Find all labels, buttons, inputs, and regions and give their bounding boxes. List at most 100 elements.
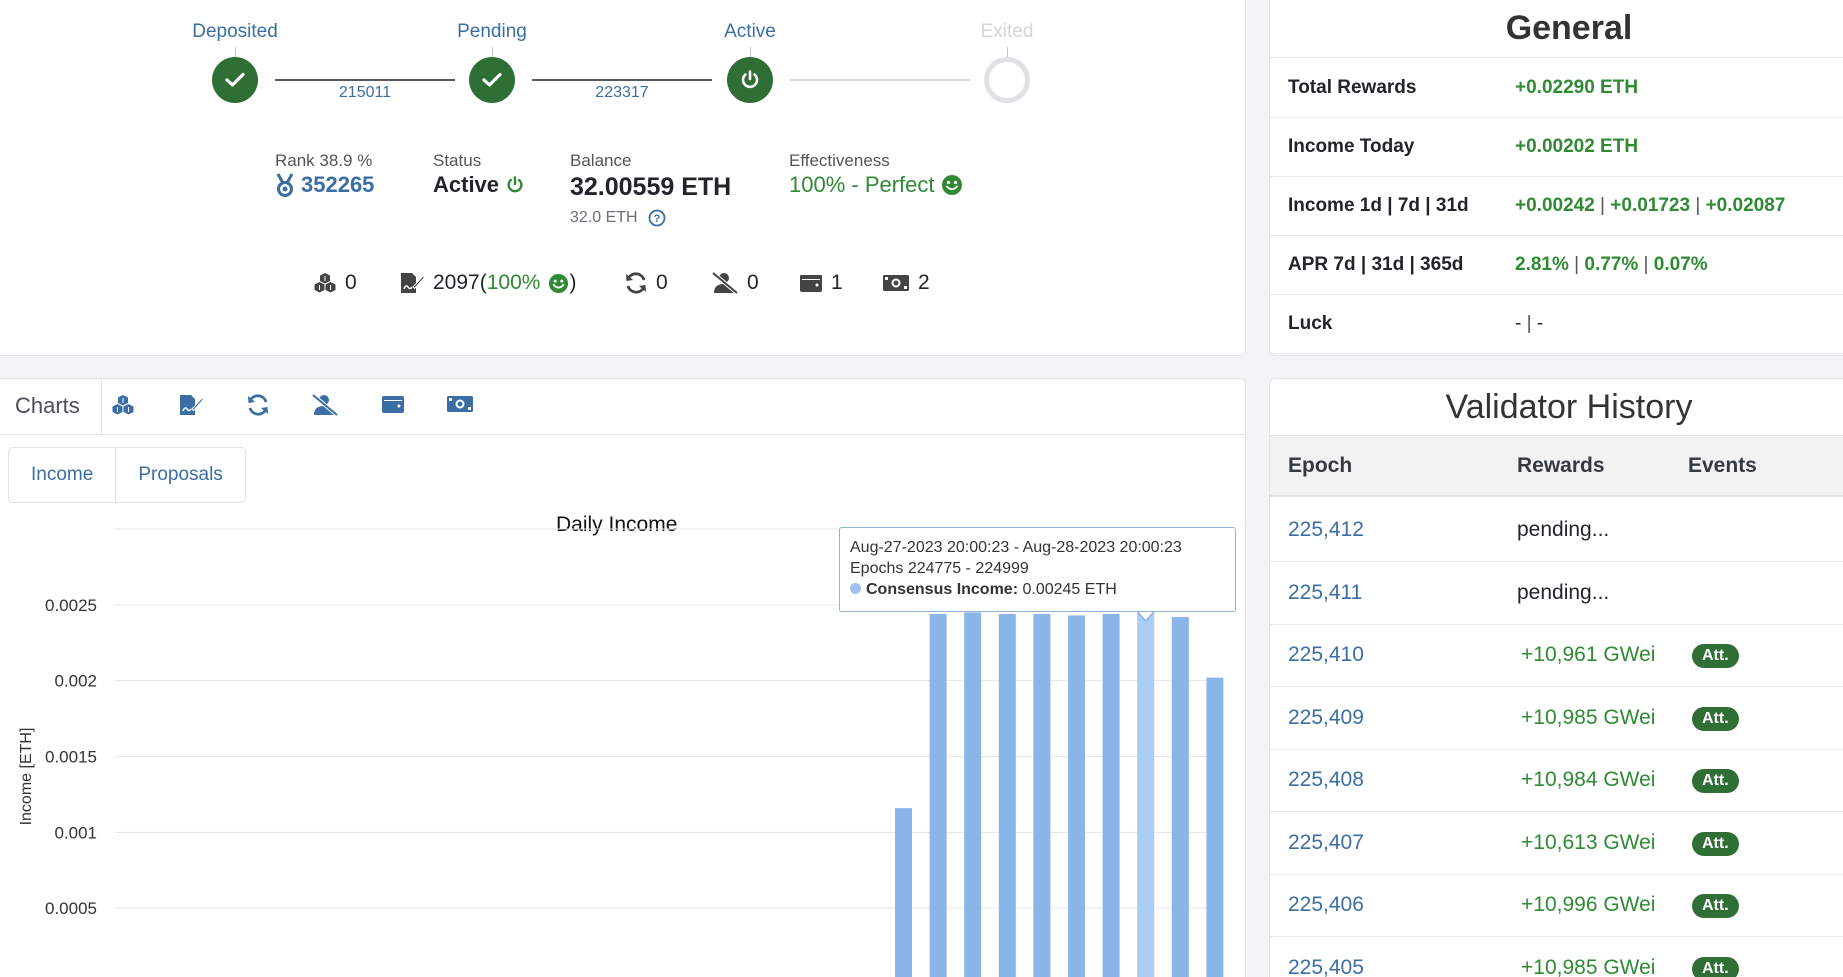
general-key: Total Rewards [1288, 77, 1417, 98]
col-epoch: Epoch [1288, 454, 1353, 477]
general-value-part: +0.00242 [1515, 195, 1595, 216]
withdrawals-counter[interactable]: 2 [882, 271, 930, 295]
attestation-badge: Att. [1692, 831, 1739, 856]
history-row: 225,406 +10,996 GWei Att. [1270, 874, 1843, 937]
step-pending-check-icon [469, 57, 515, 103]
history-epoch-link[interactable]: 225,408 [1288, 768, 1364, 792]
history-reward: +10,985 GWei [1521, 955, 1656, 977]
y-tick-label: 0.0025 [45, 596, 97, 615]
income-bar[interactable] [1137, 612, 1155, 977]
tooltip-pointer [1137, 611, 1155, 623]
deposit-epoch-link[interactable]: 215011 [315, 84, 415, 102]
activation-epoch-link[interactable]: 223317 [572, 84, 672, 102]
history-epoch-link[interactable]: 225,409 [1288, 706, 1364, 730]
general-row: Luck - | - [1270, 295, 1843, 354]
y-axis-label: Income [ETH] [18, 728, 35, 826]
history-epoch-link[interactable]: 225,406 [1288, 893, 1364, 917]
money-bill-icon [447, 396, 473, 412]
charts-card: Charts Income Proposals Daily Income 00.… [0, 378, 1246, 977]
rank-value[interactable]: 352265 [275, 172, 374, 198]
general-value: 2.81% | 0.77% | 0.07% [1515, 254, 1708, 276]
user-slash-icon [711, 272, 739, 294]
general-value-part: - [1536, 313, 1544, 334]
income-bar[interactable] [1033, 613, 1051, 977]
history-epoch-link[interactable]: 225,407 [1288, 831, 1364, 855]
y-tick-label: 0.0005 [45, 899, 97, 918]
tooltip-series-value: 0.00245 ETH [1022, 581, 1117, 598]
wallet-icon [382, 396, 404, 413]
income-bar[interactable] [1206, 677, 1224, 977]
cubes-icon [314, 273, 336, 293]
chart-subtabs: Income Proposals [8, 447, 246, 503]
tab-slashings[interactable] [311, 393, 339, 421]
tab-blocks[interactable] [111, 394, 135, 421]
income-bar[interactable] [1102, 613, 1120, 977]
step-exited-label: Exited [980, 21, 1034, 42]
deposits-counter[interactable]: 1 [799, 271, 843, 295]
history-epoch-link[interactable]: 225,410 [1288, 643, 1364, 667]
file-signature-icon [180, 395, 205, 415]
slashings-counter[interactable]: 0 [711, 271, 759, 295]
tab-attestations[interactable] [178, 394, 205, 421]
income-bar[interactable] [895, 808, 912, 977]
general-title: General [1270, 1, 1843, 58]
general-row: APR 7d | 31d | 365d 2.81% | 0.77% | 0.07% [1270, 236, 1843, 295]
medal-icon [276, 173, 294, 197]
income-bar[interactable] [1171, 616, 1189, 977]
income-bar[interactable] [964, 612, 982, 977]
value-separator: | [1594, 195, 1611, 216]
cubes-icon [112, 395, 134, 415]
deposits-count: 1 [831, 271, 843, 294]
value-separator: | [1690, 195, 1706, 216]
general-value: +0.00242 | +0.01723 | +0.02087 [1515, 195, 1785, 217]
withdrawals-count: 2 [918, 271, 930, 294]
general-key: Income Today [1288, 136, 1415, 157]
money-bill-icon [883, 275, 909, 291]
col-events: Events [1688, 454, 1757, 477]
step-tick [750, 47, 751, 57]
chart-tabs-row: Charts [0, 379, 1245, 435]
income-bar[interactable] [998, 613, 1016, 977]
history-epoch-link[interactable]: 225,405 [1288, 956, 1364, 977]
step-deposited-label: Deposited [192, 21, 278, 42]
blocks-counter[interactable]: 0 [313, 271, 357, 295]
effectiveness-text: 100% - Perfect [789, 172, 935, 197]
history-reward: +10,961 GWei [1521, 643, 1656, 666]
step-connector [790, 79, 970, 81]
history-row: 225,411 pending... [1270, 562, 1843, 625]
attestation-badge: Att. [1692, 706, 1739, 731]
attestations-percent: 100% [486, 271, 541, 294]
step-connector [275, 79, 455, 81]
general-row: Total Rewards +0.02290 ETH [1270, 59, 1843, 118]
sync-counter[interactable]: 0 [624, 271, 668, 295]
attestations-counter[interactable]: 2097(100% ) [399, 271, 576, 295]
attestations-open-paren: ( [479, 271, 487, 294]
history-epoch-link[interactable]: 225,411 [1288, 581, 1362, 605]
general-value-part: +0.00202 ETH [1515, 136, 1639, 157]
tab-withdrawals[interactable] [446, 394, 474, 419]
rank-number: 352265 [301, 172, 375, 197]
y-tick-label: 0.001 [54, 823, 97, 842]
step-tick [492, 47, 493, 57]
income-bar[interactable] [929, 613, 947, 977]
subtab-proposals[interactable]: Proposals [115, 448, 245, 502]
help-icon[interactable]: ? [648, 209, 666, 227]
step-tick [235, 47, 236, 57]
history-reward: +10,613 GWei [1521, 830, 1656, 854]
attestations-count: 2097 [433, 271, 480, 294]
income-bar[interactable] [1068, 615, 1085, 977]
tab-sync[interactable] [246, 394, 270, 421]
subtab-income[interactable]: Income [9, 448, 115, 502]
tab-deposits[interactable] [381, 394, 405, 419]
status-text: Active [433, 172, 500, 197]
svg-text:?: ? [653, 213, 660, 225]
history-epoch-link[interactable]: 225,412 [1288, 518, 1364, 542]
user-slash-icon [311, 393, 339, 417]
general-value-part: +0.02087 [1705, 195, 1786, 216]
sync-icon [248, 394, 268, 416]
general-row: Income 1d | 7d | 31d +0.00242 | +0.01723 … [1270, 177, 1843, 236]
history-row: 225,408 +10,984 GWei Att. [1270, 749, 1843, 812]
file-signature-icon [401, 273, 425, 293]
step-active-label: Active [724, 21, 776, 42]
general-key: APR 7d | 31d | 365d [1288, 254, 1464, 275]
